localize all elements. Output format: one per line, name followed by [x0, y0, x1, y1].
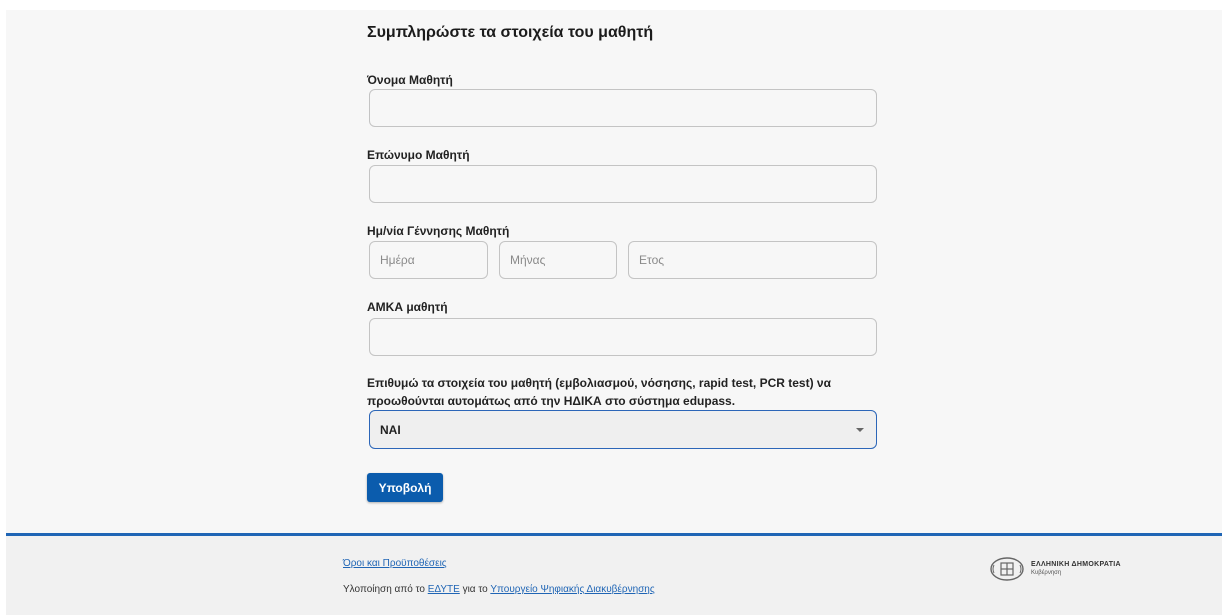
birth-day-input[interactable]	[369, 241, 488, 279]
amka-label: ΑΜΚΑ μαθητή	[367, 300, 448, 314]
gov-subtitle: Κυβέρνηση	[1031, 570, 1062, 576]
consent-label: Επιθυμώ τα στοιχεία του μαθητή (εμβολιασ…	[367, 376, 831, 408]
credit-prefix: Υλοποίηση από το	[343, 584, 425, 595]
ministry-link[interactable]: Υπουργείο Ψηφιακής Διακυβέρνησης	[490, 584, 654, 595]
chevron-down-icon	[856, 427, 864, 432]
edyte-link[interactable]: ΕΔΥΤΕ	[428, 584, 460, 595]
terms-link[interactable]: Όροι και Προϋποθέσεις	[343, 558, 447, 569]
gov-branding: ΕΛΛΗΝΙΚΗ ΔΗΜΟΚΡΑΤΙΑ Κυβέρνηση	[989, 557, 1121, 581]
birth-year-input[interactable]	[628, 241, 877, 279]
birth-month-input[interactable]	[499, 241, 617, 279]
last-name-input[interactable]	[369, 165, 877, 203]
first-name-input[interactable]	[369, 89, 877, 127]
first-name-label: Όνομα Μαθητή	[367, 73, 453, 87]
amka-input[interactable]	[369, 318, 877, 356]
greek-emblem-icon	[990, 557, 1024, 581]
footer-credit: Υλοποίηση από το ΕΔΥΤΕ για το Υπουργείο …	[343, 584, 655, 595]
birth-date-label: Ημ/νία Γέννησης Μαθητή	[367, 224, 510, 238]
consent-selected-value: ΝΑΙ	[380, 422, 401, 437]
credit-middle: για το	[462, 584, 488, 595]
consent-select[interactable]: ΝΑΙ	[369, 410, 877, 449]
submit-button[interactable]: Υποβολή	[367, 473, 443, 502]
gov-name: ΕΛΛΗΝΙΚΗ ΔΗΜΟΚΡΑΤΙΑ	[1031, 561, 1121, 568]
page-title: Συμπληρώστε τα στοιχεία του μαθητή	[367, 24, 654, 41]
last-name-label: Επώνυμο Μαθητή	[367, 148, 470, 162]
form-panel: Συμπληρώστε τα στοιχεία του μαθητή Όνομα…	[6, 10, 1222, 533]
footer: Όροι και Προϋποθέσεις Υλοποίηση από το Ε…	[6, 533, 1222, 615]
